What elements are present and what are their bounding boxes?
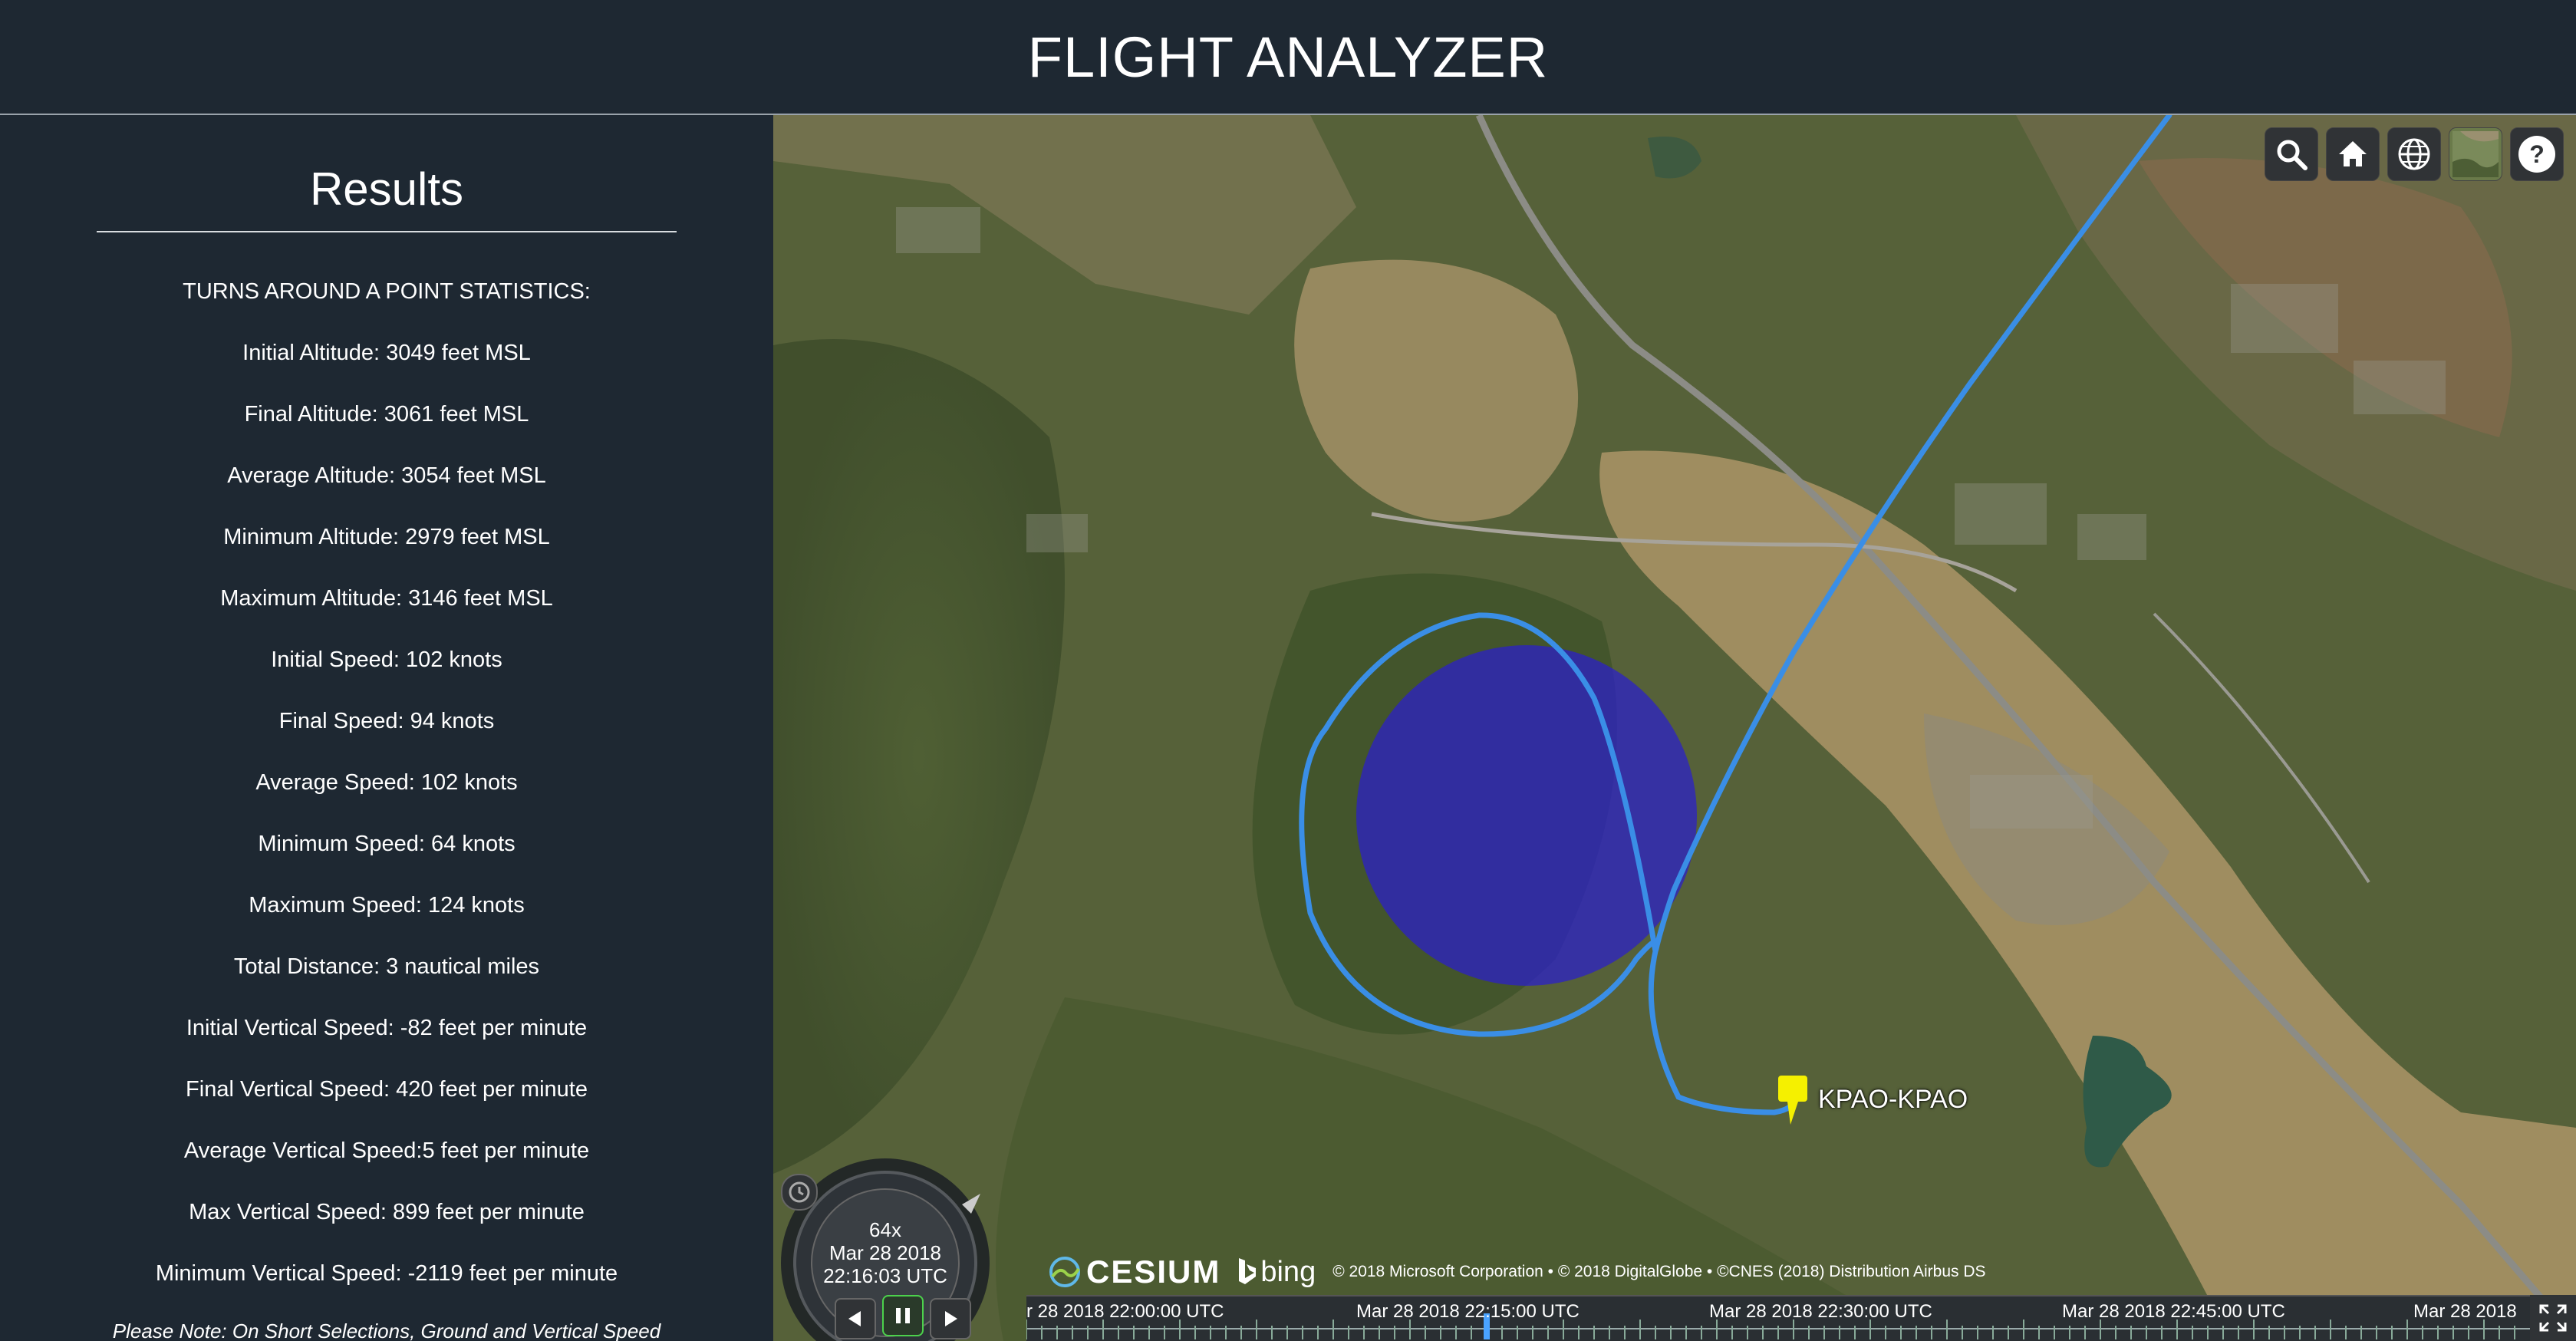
satellite-imagery[interactable]	[773, 115, 2576, 1341]
globe-icon[interactable]	[2387, 127, 2441, 181]
results-title: Results	[97, 163, 677, 232]
fullscreen-icon[interactable]	[2530, 1295, 2576, 1341]
clock-icon[interactable]	[781, 1174, 818, 1211]
cesium-map-viewer[interactable]: ? KPAO-KPAO 64x Mar 28 2018 22:16:03 UTC…	[773, 115, 2576, 1341]
timeline-label: Mar 28 2018 22:30:00 UTC	[1709, 1301, 1932, 1322]
attribution-bar: CESIUM bing © 2018 Microsoft Corporation…	[1048, 1254, 1986, 1290]
stat-line: Minimum Speed: 64 knots	[258, 832, 516, 856]
stat-line: Max Vertical Speed: 899 feet per minute	[189, 1200, 585, 1224]
app-header: FLIGHT ANALYZER	[0, 0, 2576, 115]
home-icon[interactable]	[2326, 127, 2380, 181]
results-sidebar: Results TURNS AROUND A POINT STATISTICS:…	[0, 115, 773, 1341]
current-time: 22:16:03 UTC	[823, 1264, 947, 1287]
cesium-logo[interactable]: CESIUM	[1048, 1254, 1220, 1290]
clock-readout: 64x Mar 28 2018 22:16:03 UTC	[822, 1218, 948, 1287]
bing-logo[interactable]: bing	[1237, 1256, 1316, 1289]
timeline-label: Mar 28 2018 22:45:00 UTC	[2062, 1301, 2285, 1322]
stat-line: Total Distance: 3 nautical miles	[233, 954, 540, 979]
app-title: FLIGHT ANALYZER	[1027, 25, 1549, 89]
search-icon[interactable]	[2265, 127, 2318, 181]
stat-line: Minimum Vertical Speed: -2119 feet per m…	[155, 1261, 618, 1286]
stat-line: Initial Altitude: 3049 feet MSL	[242, 341, 531, 365]
stat-line: Final Vertical Speed: 420 feet per minut…	[186, 1077, 588, 1102]
svg-text:?: ?	[2529, 140, 2545, 168]
stat-line: Final Speed: 94 knots	[278, 709, 495, 733]
imagery-credit: © 2018 Microsoft Corporation • © 2018 Di…	[1332, 1263, 1986, 1280]
rewind-button[interactable]	[835, 1298, 876, 1339]
play-forward-button[interactable]	[930, 1298, 971, 1339]
reference-point-circle	[1356, 645, 1697, 986]
timeline-label: Mar 28 2018 22:15:00 UTC	[1356, 1301, 1580, 1322]
stat-line: Average Altitude: 3054 feet MSL	[227, 463, 546, 488]
imagery-icon[interactable]	[2449, 127, 2502, 181]
speed-multiplier: 64x	[869, 1218, 901, 1241]
flight-label[interactable]: KPAO-KPAO	[1818, 1085, 1968, 1115]
stat-line: Initial Vertical Speed: -82 feet per min…	[186, 1016, 588, 1040]
stat-line: Maximum Speed: 124 knots	[249, 893, 525, 918]
stat-line: Initial Speed: 102 knots	[271, 647, 502, 672]
stats-list: TURNS AROUND A POINT STATISTICS: Initial …	[0, 261, 773, 1304]
timeline-label: Mar 28 2018	[2413, 1301, 2517, 1322]
stat-line: Final Altitude: 3061 feet MSL	[244, 402, 529, 427]
results-note: Please Note: On Short Selections, Ground…	[112, 1320, 661, 1341]
pause-button[interactable]	[882, 1295, 924, 1336]
timeline[interactable]: r 28 2018 22:00:00 UTC Mar 28 2018 22:15…	[1026, 1295, 2530, 1341]
stat-line: Maximum Altitude: 3146 feet MSL	[220, 586, 553, 611]
stat-line: Average Vertical Speed:5 feet per minute	[183, 1138, 590, 1163]
help-icon[interactable]: ?	[2510, 127, 2564, 181]
map-toolbar: ?	[2265, 127, 2564, 181]
stat-line: Minimum Altitude: 2979 feet MSL	[223, 525, 550, 549]
stats-heading: TURNS AROUND A POINT STATISTICS:	[183, 279, 591, 304]
current-date: Mar 28 2018	[829, 1241, 941, 1264]
timeline-label: r 28 2018 22:00:00 UTC	[1026, 1301, 1224, 1322]
stat-line: Average Speed: 102 knots	[255, 770, 518, 795]
